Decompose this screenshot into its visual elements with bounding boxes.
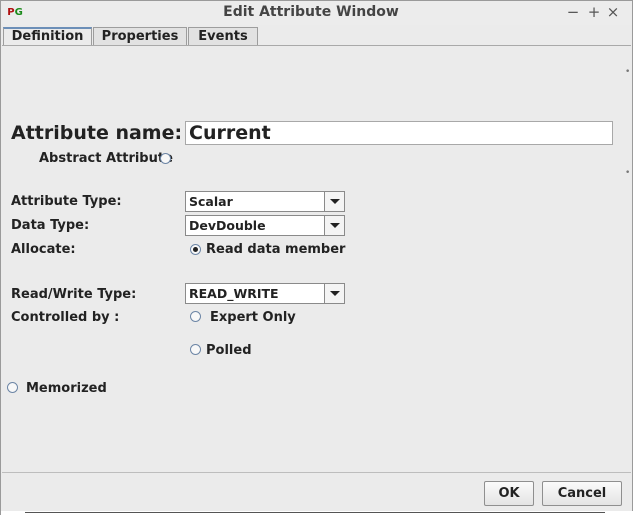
attribute-type-value: Scalar <box>189 194 233 209</box>
close-icon[interactable]: × <box>606 3 620 21</box>
expert-only-label: Expert Only <box>210 310 296 325</box>
rw-type-value: READ_WRITE <box>189 286 279 301</box>
divider <box>25 512 605 513</box>
polled-radio[interactable] <box>190 344 201 355</box>
attribute-name-label: Attribute name: <box>11 122 183 144</box>
allocate-label: Allocate: <box>11 242 76 257</box>
maximize-icon[interactable]: + <box>587 3 601 21</box>
memorized-label: Memorized <box>26 381 107 396</box>
read-data-member-radio[interactable] <box>190 244 201 255</box>
edit-attribute-window: PG Edit Attribute Window − + × Definitio… <box>0 0 633 515</box>
background-fragment: • <box>625 67 631 77</box>
window-title: Edit Attribute Window <box>223 4 399 20</box>
memorized-radio[interactable] <box>7 382 18 393</box>
polled-label: Polled <box>206 343 252 358</box>
rw-type-select[interactable]: READ_WRITE <box>185 283 345 304</box>
abstract-attribute-radio[interactable] <box>160 153 171 164</box>
ok-button[interactable]: OK <box>484 481 534 506</box>
background-fragment: • <box>625 168 631 178</box>
attribute-type-select[interactable]: Scalar <box>185 191 345 212</box>
data-type-label: Data Type: <box>11 218 90 233</box>
tab-properties[interactable]: Properties <box>93 27 187 46</box>
chevron-down-icon[interactable] <box>324 192 344 211</box>
expert-only-radio[interactable] <box>190 311 201 322</box>
chevron-down-icon[interactable] <box>324 284 344 303</box>
title-bar[interactable]: PG Edit Attribute Window − + × <box>1 1 632 25</box>
definition-panel <box>2 45 631 473</box>
read-data-member-label: Read data member <box>206 242 346 257</box>
data-type-value: DevDouble <box>189 218 266 233</box>
cancel-button[interactable]: Cancel <box>542 481 622 506</box>
abstract-attribute-label: Abstract Attribute <box>39 151 173 166</box>
rw-type-label: Read/Write Type: <box>11 287 137 302</box>
minimize-icon[interactable]: − <box>566 3 580 21</box>
data-type-select[interactable]: DevDouble <box>185 215 345 236</box>
tab-definition[interactable]: Definition <box>3 27 92 46</box>
tab-events[interactable]: Events <box>188 27 258 46</box>
attribute-name-input[interactable]: Current <box>185 121 613 145</box>
controlled-by-label: Controlled by : <box>11 310 120 325</box>
chevron-down-icon[interactable] <box>324 216 344 235</box>
attribute-type-label: Attribute Type: <box>11 194 122 209</box>
